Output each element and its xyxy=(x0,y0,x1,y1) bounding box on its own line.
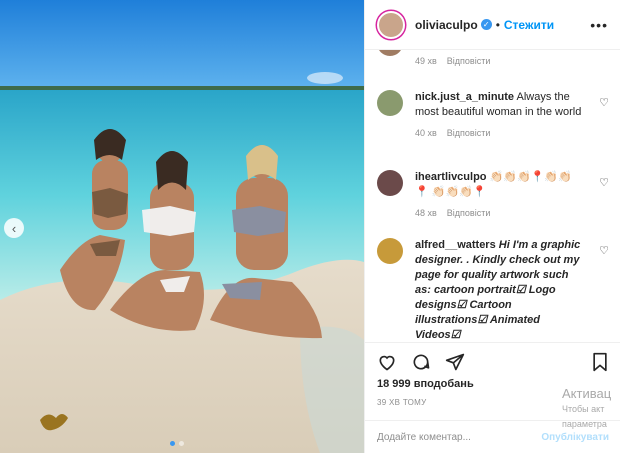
comment-icon[interactable] xyxy=(411,352,431,372)
heart-icon[interactable] xyxy=(377,352,397,372)
comment-time: 49 хв xyxy=(415,56,437,66)
verified-badge-icon: ✓ xyxy=(480,19,492,30)
comment-meta: 48 хв Відповісти xyxy=(415,206,585,221)
beach-photo xyxy=(0,0,364,453)
comment-username[interactable]: nick.just_a_minute xyxy=(415,91,514,103)
post-side-panel: oliviaculpo ✓ • Стежити ••• 49 хв Відпові… xyxy=(364,0,620,453)
post-time: 39 ХВ ТОМУ xyxy=(377,398,427,407)
carousel-indicator xyxy=(170,441,184,446)
comment-item: alfred__watters Hi I'm a graphic designe… xyxy=(377,238,609,342)
carousel-dot xyxy=(179,441,184,446)
comment-meta: 49 хв Відповісти xyxy=(415,54,585,69)
comment-avatar[interactable] xyxy=(377,238,403,264)
comment-like-heart-icon[interactable]: ♡ xyxy=(599,176,609,189)
comment-item: 49 хв Відповісти xyxy=(377,50,609,69)
comment-like-heart-icon[interactable]: ♡ xyxy=(599,96,609,109)
comment-body: alfred__watters Hi I'm a graphic designe… xyxy=(415,238,585,342)
post-photo[interactable]: ‹ xyxy=(0,0,364,453)
comment-avatar[interactable] xyxy=(377,170,403,196)
comment-avatar[interactable] xyxy=(377,90,403,116)
author-avatar[interactable] xyxy=(377,10,405,39)
author-username[interactable]: oliviaculpo xyxy=(415,18,478,32)
comment-text: Hi I'm a graphic designer. . Kindly chec… xyxy=(415,239,581,341)
reply-button[interactable]: Відповісти xyxy=(447,56,491,66)
comment-username[interactable]: alfred__watters xyxy=(415,239,496,251)
comment-time: 40 хв xyxy=(415,128,437,138)
reply-button[interactable]: Відповісти xyxy=(447,128,491,138)
comments-list[interactable]: 49 хв Відповісти nick.just_a_minute Alway… xyxy=(365,50,620,342)
carousel-dot-active xyxy=(170,441,175,446)
comment-time: 48 хв xyxy=(415,208,437,218)
comment-like-heart-icon[interactable]: ♡ xyxy=(599,244,609,257)
post-actions xyxy=(365,342,620,380)
header-separator: • xyxy=(495,17,500,32)
reply-button[interactable]: Відповісти xyxy=(447,208,491,218)
comment-username[interactable]: iheartlivculpo xyxy=(415,171,487,183)
comment-meta: 40 хв Відповісти xyxy=(415,126,585,141)
comment-avatar[interactable] xyxy=(377,50,403,56)
comment-input[interactable] xyxy=(377,431,542,443)
comment-body: nick.just_a_minute Always the most beaut… xyxy=(415,90,585,141)
add-comment-bar: Опублікувати xyxy=(365,420,620,453)
share-icon[interactable] xyxy=(445,352,465,372)
post-header: oliviaculpo ✓ • Стежити ••• xyxy=(365,0,620,50)
follow-button[interactable]: Стежити xyxy=(504,18,554,32)
likes-count[interactable]: 18 999 вподобань xyxy=(377,378,474,390)
comment-item: iheartlivculpo 👏🏻👏🏻👏🏻📍👏🏻👏🏻📍 👏🏻👏🏻👏🏻📍 48 х… xyxy=(377,170,609,221)
chevron-left-icon[interactable]: ‹ xyxy=(4,218,24,238)
comment-body: iheartlivculpo 👏🏻👏🏻👏🏻📍👏🏻👏🏻📍 👏🏻👏🏻👏🏻📍 48 х… xyxy=(415,170,585,221)
more-icon[interactable]: ••• xyxy=(590,17,608,33)
publish-button[interactable]: Опублікувати xyxy=(541,432,609,443)
bookmark-icon[interactable] xyxy=(591,352,609,372)
comment-item: nick.just_a_minute Always the most beaut… xyxy=(377,90,609,141)
